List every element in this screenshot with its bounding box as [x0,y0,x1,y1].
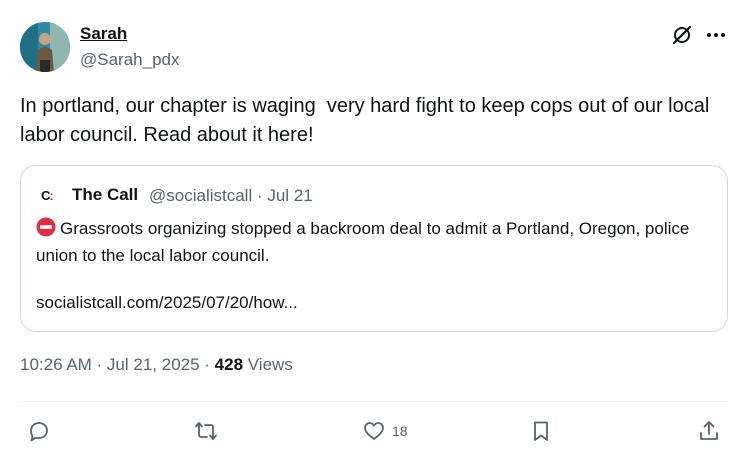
tweet-text: In portland, our chapter is waging very … [20,95,715,146]
like-count: 18 [392,423,408,439]
heart-icon [364,422,384,440]
reply-button[interactable] [27,418,51,444]
like-button[interactable]: 18 [362,418,408,444]
timestamp[interactable]: 10:26 AM · Jul 21, 2025 · [20,355,215,374]
quoted-account-name[interactable]: The Call [72,185,138,205]
divider [20,401,728,402]
no-entry-icon [36,217,56,244]
author-handle[interactable]: @Sarah_pdx [80,50,180,70]
author-display-name[interactable]: Sarah [80,24,127,44]
quoted-account-meta: @socialistcall · Jul 21 [149,186,313,205]
more-icon[interactable] [705,24,727,46]
bookmark-icon [534,421,548,441]
quoted-tweet-card[interactable]: C: The Call @socialistcall · Jul 21 Gras… [20,165,728,332]
quoted-tweet-body: Grassroots organizing stopped a backroom… [36,217,716,268]
views-count: 428 [214,355,244,374]
quoted-tweet-link[interactable]: socialistcall.com/2025/07/20/how... [36,293,298,313]
avatar[interactable] [20,22,70,72]
bookmark-button[interactable] [529,418,553,444]
views-label: Views [243,355,293,374]
retweet-icon [195,422,217,440]
retweet-button[interactable] [194,418,218,444]
share-button[interactable] [697,418,721,444]
quoted-tweet-text: Grassroots organizing stopped a backroom… [36,219,690,265]
quoted-account-logo: C: [41,188,54,203]
reply-icon [30,422,48,442]
share-icon [700,421,718,440]
grok-icon[interactable] [671,24,693,46]
timestamp-row: 10:26 AM · Jul 21, 2025 · 428 Views [20,355,293,375]
